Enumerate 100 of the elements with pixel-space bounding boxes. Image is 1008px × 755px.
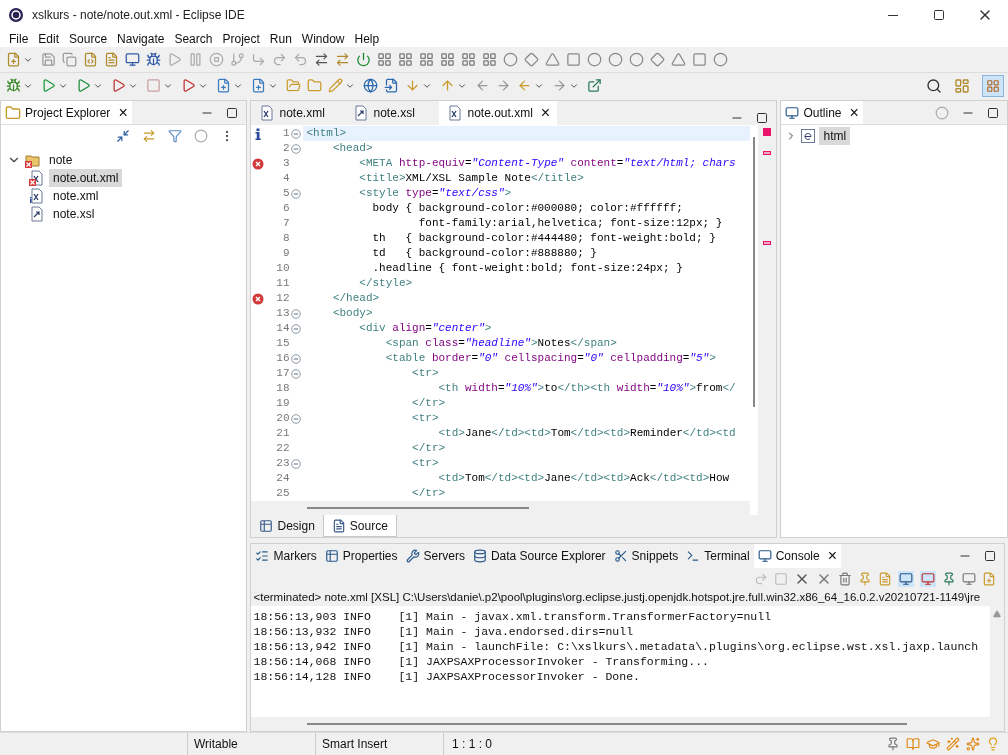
circle-icon[interactable] bbox=[503, 52, 518, 67]
diamond-icon[interactable] bbox=[650, 52, 665, 67]
save-icon[interactable] bbox=[41, 52, 56, 67]
horizontal-scrollbar-thumb[interactable] bbox=[307, 507, 530, 509]
active-perspective-button[interactable] bbox=[982, 74, 1004, 97]
power-icon[interactable] bbox=[356, 52, 371, 67]
square-icon[interactable] bbox=[146, 78, 161, 93]
circle-icon[interactable] bbox=[629, 52, 644, 67]
new-file-icon[interactable] bbox=[251, 78, 266, 93]
folder-icon[interactable] bbox=[307, 78, 322, 93]
fold-icon[interactable] bbox=[291, 128, 302, 139]
fold-icon[interactable] bbox=[291, 143, 302, 154]
fold-icon[interactable] bbox=[291, 188, 302, 199]
fold-icon[interactable] bbox=[291, 323, 302, 334]
refresh-icon[interactable] bbox=[754, 572, 769, 586]
new-file-icon[interactable] bbox=[6, 52, 21, 67]
book-icon[interactable] bbox=[906, 737, 920, 751]
step-over-icon[interactable] bbox=[272, 52, 287, 67]
window-icon[interactable] bbox=[587, 78, 602, 93]
document-icon[interactable] bbox=[83, 52, 98, 67]
menu-item[interactable]: Source bbox=[64, 29, 113, 48]
arrows-icon[interactable] bbox=[314, 52, 329, 67]
menu-item[interactable]: Window bbox=[296, 29, 350, 48]
editor-tab[interactable]: note.xsl bbox=[345, 101, 440, 125]
step-return-icon[interactable] bbox=[293, 52, 308, 67]
lightbulb-icon[interactable] bbox=[986, 737, 1000, 751]
console-output-icon[interactable] bbox=[898, 571, 915, 587]
close-tab-icon[interactable]: × bbox=[849, 104, 859, 121]
link-icon[interactable] bbox=[142, 129, 157, 143]
pencil-icon[interactable] bbox=[328, 78, 343, 93]
error-mark[interactable] bbox=[763, 151, 772, 155]
grid-icon[interactable] bbox=[398, 52, 413, 67]
run-icon[interactable] bbox=[41, 78, 56, 93]
clear-console-icon[interactable] bbox=[838, 572, 853, 586]
terminate-icon[interactable] bbox=[774, 572, 789, 586]
search-icon[interactable] bbox=[926, 77, 942, 94]
save-all-icon[interactable] bbox=[62, 52, 77, 67]
fold-icon[interactable] bbox=[291, 458, 302, 469]
circle-icon[interactable] bbox=[194, 129, 209, 143]
scroll-up-icon[interactable] bbox=[993, 610, 1002, 618]
triangle-icon[interactable] bbox=[671, 52, 686, 67]
arrows-icon[interactable] bbox=[335, 52, 350, 67]
bug-icon[interactable] bbox=[146, 52, 161, 67]
menu-item[interactable]: Help bbox=[349, 29, 385, 48]
horizontal-scrollbar-thumb[interactable] bbox=[307, 723, 908, 725]
menu-item[interactable]: File bbox=[4, 29, 34, 48]
menu-item[interactable]: Search bbox=[169, 29, 218, 48]
menu-item[interactable]: Edit bbox=[33, 29, 65, 48]
close-tab-icon[interactable]: × bbox=[827, 548, 838, 564]
step-icon[interactable] bbox=[251, 52, 266, 67]
circle-icon[interactable] bbox=[587, 52, 602, 67]
right-arrow-icon[interactable] bbox=[496, 78, 511, 93]
resume-icon[interactable] bbox=[167, 52, 182, 67]
editor-mode-tab[interactable]: Design bbox=[251, 515, 323, 537]
view-tab[interactable]: Servers bbox=[401, 544, 469, 568]
fold-icon[interactable] bbox=[291, 353, 302, 364]
grid-icon[interactable] bbox=[377, 52, 392, 67]
panel-tab[interactable]: Outline × bbox=[781, 101, 863, 124]
perspective-icon[interactable] bbox=[954, 77, 970, 94]
circle-icon[interactable] bbox=[935, 105, 949, 120]
file-icon[interactable] bbox=[384, 78, 399, 93]
view-tab[interactable]: Data Source Explorer bbox=[468, 544, 610, 568]
close-tab-icon[interactable]: × bbox=[118, 104, 128, 121]
maximize-icon[interactable] bbox=[226, 106, 239, 119]
stop-icon[interactable] bbox=[209, 52, 224, 67]
maximize-icon[interactable] bbox=[987, 106, 999, 119]
sparkle-icon[interactable] bbox=[966, 737, 980, 751]
fold-icon[interactable] bbox=[291, 308, 302, 319]
panel-tab[interactable]: Project Explorer × bbox=[1, 101, 132, 124]
triangle-icon[interactable] bbox=[545, 52, 560, 67]
tree-item[interactable]: note.out.xml bbox=[49, 169, 123, 187]
tree-item[interactable]: note.xsl bbox=[49, 205, 99, 223]
tree-item[interactable]: note.xml bbox=[49, 187, 103, 205]
right-arrow-icon[interactable] bbox=[552, 78, 567, 93]
diamond-icon[interactable] bbox=[524, 52, 539, 67]
filter-icon[interactable] bbox=[168, 129, 183, 143]
vertical-scrollbar-thumb[interactable] bbox=[753, 137, 756, 407]
tree-item[interactable]: note bbox=[45, 151, 77, 169]
collapse-all-icon[interactable] bbox=[116, 129, 131, 143]
tree-item[interactable]: html bbox=[819, 127, 851, 145]
pin-icon[interactable] bbox=[942, 572, 957, 586]
editor-tab[interactable]: note.out.xml × bbox=[439, 101, 558, 125]
editor-tab[interactable]: note.xml bbox=[251, 101, 346, 125]
error-mark[interactable] bbox=[763, 241, 772, 245]
display-console-icon[interactable] bbox=[962, 572, 977, 586]
error-mark[interactable] bbox=[763, 128, 772, 136]
fold-icon[interactable] bbox=[291, 413, 302, 424]
branch-icon[interactable] bbox=[230, 52, 245, 67]
close-tab-icon[interactable]: × bbox=[540, 105, 551, 121]
circle-icon[interactable] bbox=[713, 52, 728, 67]
monitor-icon[interactable] bbox=[125, 52, 140, 67]
pin-icon[interactable] bbox=[858, 572, 873, 586]
pin-icon[interactable] bbox=[886, 737, 900, 751]
maximize-icon[interactable] bbox=[984, 550, 997, 562]
menu-item[interactable]: Run bbox=[264, 29, 297, 48]
circle-icon[interactable] bbox=[608, 52, 623, 67]
console-error-icon[interactable] bbox=[920, 571, 937, 587]
square-icon[interactable] bbox=[692, 52, 707, 67]
document-icon[interactable] bbox=[878, 572, 893, 586]
globe-icon[interactable] bbox=[363, 78, 378, 93]
